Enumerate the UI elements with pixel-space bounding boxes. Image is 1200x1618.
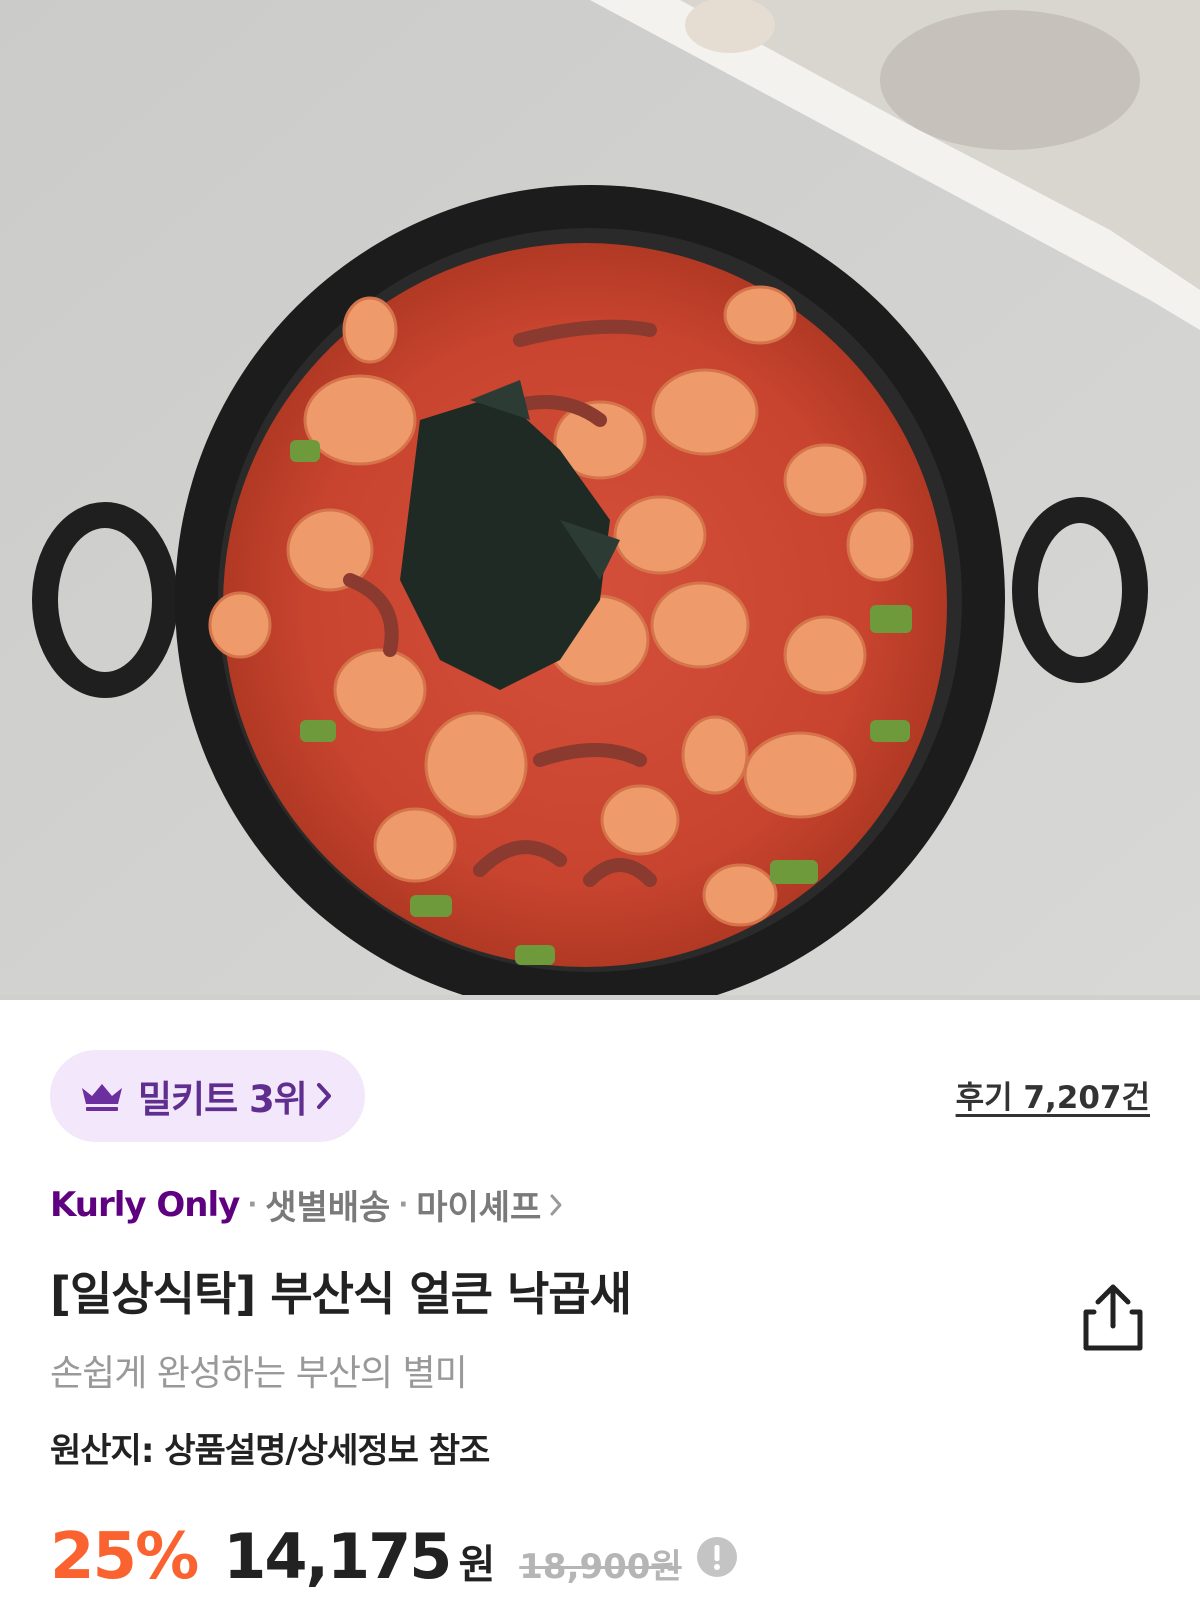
crown-icon	[82, 1084, 122, 1111]
share-button[interactable]	[1080, 1282, 1146, 1354]
share-icon	[1083, 1284, 1143, 1351]
delivery-type: 샛별배송	[265, 1188, 391, 1228]
kurly-only-label: Kurly Only	[50, 1184, 240, 1225]
food-photo-icon	[0, 0, 1200, 1000]
partner-brand-link[interactable]: 마이셰프	[416, 1180, 541, 1229]
discount-rate: 25%	[50, 1520, 199, 1594]
currency-unit: 원	[458, 1542, 496, 1588]
badge-row: 밀키트 3위 후기 7,207건	[50, 1050, 1150, 1142]
review-count-link[interactable]: 후기 7,207건	[956, 1072, 1150, 1117]
original-price: 18,900원	[519, 1547, 682, 1587]
chevron-right-icon	[550, 1194, 562, 1215]
separator-dot: ·	[247, 1189, 258, 1220]
price-row: 25% 14,175 원 18,900원	[50, 1520, 738, 1594]
separator-dot: ·	[398, 1189, 409, 1220]
chevron-right-icon	[316, 1083, 331, 1109]
rank-label: 밀키트 3위	[138, 1078, 308, 1121]
product-subtitle: 손쉽게 완성하는 부산의 별미	[50, 1353, 468, 1394]
origin-info: 원산지: 상품설명/상세정보 참조	[50, 1431, 490, 1471]
product-meta: Kurly Only · 샛별배송 · 마이셰프	[50, 1180, 563, 1229]
product-image	[0, 0, 1200, 1000]
product-title: [일상식탁] 부산식 얼큰 낙곱새	[50, 1267, 632, 1321]
sale-price: 14,175	[223, 1520, 452, 1593]
info-icon[interactable]	[696, 1536, 738, 1578]
category-rank-badge[interactable]: 밀키트 3위	[50, 1050, 365, 1142]
